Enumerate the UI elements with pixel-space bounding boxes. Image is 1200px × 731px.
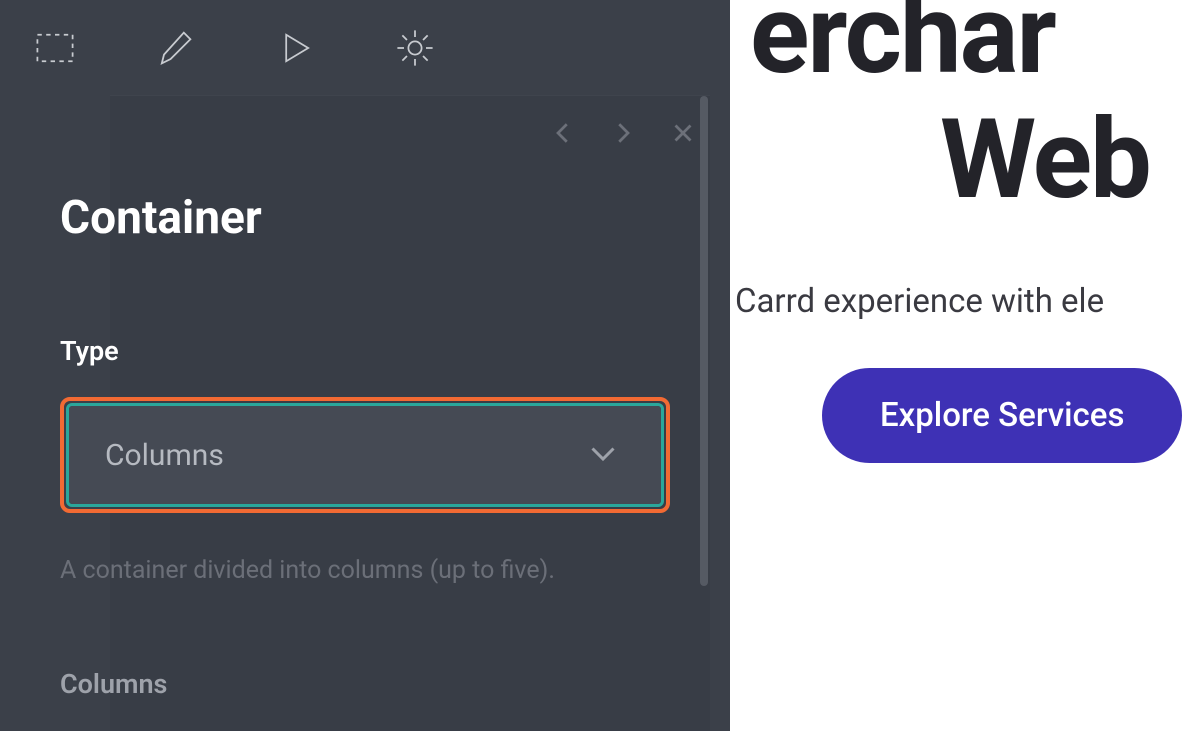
select-tool-icon[interactable] xyxy=(30,23,80,73)
panel-nav xyxy=(546,116,700,150)
preview-canvas: erchar Web Enchance your Carrd experienc… xyxy=(730,0,1200,731)
panel-body: Container Type Columns A container divid… xyxy=(110,95,710,731)
subtext-visible: Carrd experience with ele xyxy=(735,282,1104,321)
panel-scrollbar[interactable] xyxy=(700,96,708,586)
gear-icon[interactable] xyxy=(390,23,440,73)
editor-panel: Container Type Columns A container divid… xyxy=(0,0,730,731)
headline-line2: Web xyxy=(940,95,1150,224)
panel-content: Container Type Columns A container divid… xyxy=(60,191,670,700)
type-select-highlight: Columns xyxy=(60,397,670,513)
editor-toolbar xyxy=(0,0,730,95)
type-select[interactable]: Columns xyxy=(69,406,661,504)
prev-button[interactable] xyxy=(546,116,580,150)
play-icon[interactable] xyxy=(270,23,320,73)
type-select-value: Columns xyxy=(105,438,224,473)
next-button[interactable] xyxy=(606,116,640,150)
type-label: Type xyxy=(60,335,670,367)
type-helper-text: A container divided into columns (up to … xyxy=(60,553,670,588)
brush-icon[interactable] xyxy=(150,23,200,73)
explore-services-button[interactable]: Explore Services xyxy=(822,368,1182,463)
chevron-down-icon xyxy=(585,435,621,475)
columns-label: Columns xyxy=(60,668,670,700)
headline-line1: erchar xyxy=(750,0,1055,99)
close-button[interactable] xyxy=(666,116,700,150)
panel-title: Container xyxy=(60,191,670,245)
subtext-visible-wrap: Carrd experience with ele xyxy=(735,282,1104,321)
